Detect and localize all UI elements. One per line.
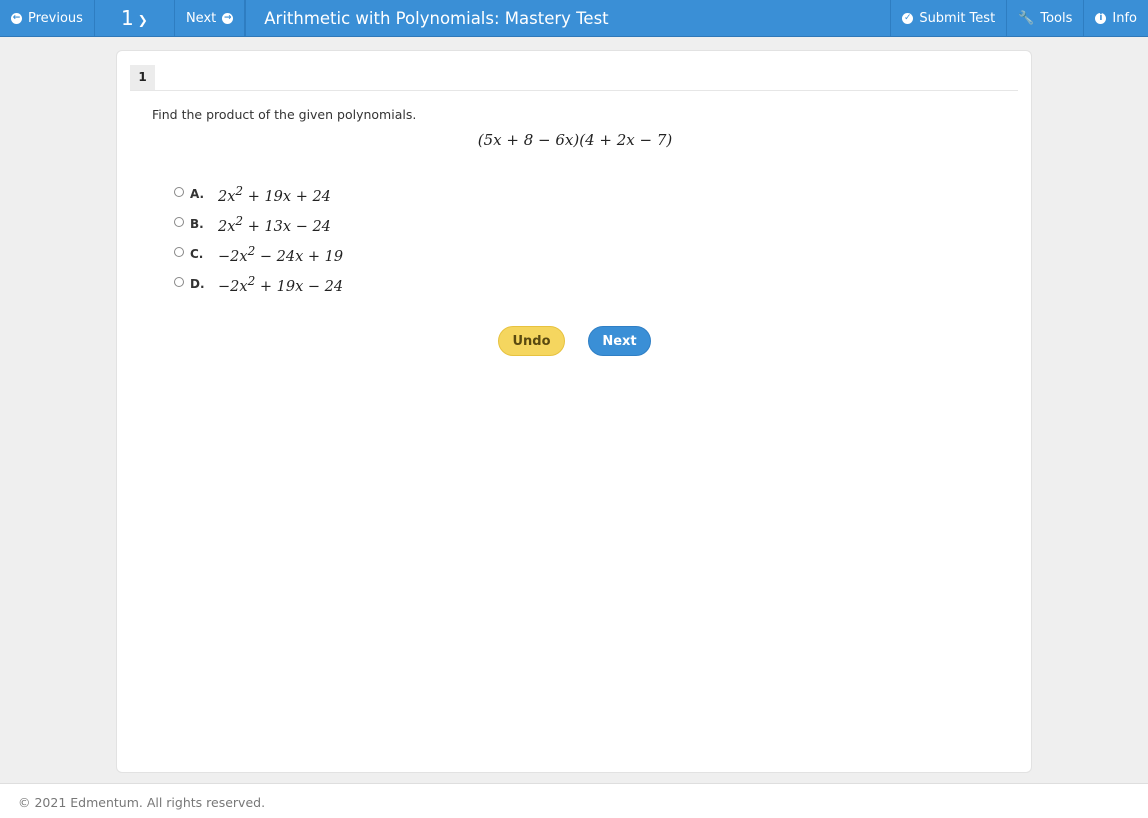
choice-term: −2x: [218, 248, 248, 265]
choice-b[interactable]: B. 2x2 + 13x − 24: [174, 209, 343, 239]
radio-b[interactable]: [174, 217, 184, 227]
choice-letter: C.: [190, 247, 204, 261]
previous-button[interactable]: ← Previous: [0, 0, 95, 36]
question-number-dropdown[interactable]: 1 ❯: [95, 0, 175, 36]
radio-c[interactable]: [174, 247, 184, 257]
previous-label: Previous: [28, 10, 83, 26]
tools-label: Tools: [1040, 10, 1073, 26]
choice-expression: 2x2 + 13x − 24: [218, 214, 331, 235]
choice-letter: B.: [190, 217, 204, 231]
undo-button[interactable]: Undo: [498, 326, 565, 356]
choice-rest: + 19x + 24: [243, 188, 331, 205]
submit-test-button[interactable]: ✓ Submit Test: [890, 0, 1006, 36]
copyright-text: © 2021 Edmentum. All rights reserved.: [18, 795, 266, 810]
info-circle-icon: i: [1095, 12, 1107, 24]
wrench-icon: 🔧: [1018, 10, 1035, 26]
toolbar-next-label: Next: [185, 10, 217, 26]
tools-button[interactable]: 🔧 Tools: [1006, 0, 1083, 36]
choice-a[interactable]: A. 2x2 + 19x + 24: [174, 179, 343, 209]
answer-choices: A. 2x2 + 19x + 24 B. 2x2 + 13x − 24 C. −…: [174, 179, 343, 299]
polynomial-expression: (5x + 8 − 6x)(4 + 2x − 7): [477, 131, 673, 149]
choice-term: 2x: [218, 188, 236, 205]
top-toolbar: ← Previous 1 ❯ Next → Arithmetic with Po…: [0, 0, 1148, 37]
choice-term: 2x: [218, 218, 236, 235]
choice-expression: −2x2 + 19x − 24: [218, 274, 343, 295]
footer: © 2021 Edmentum. All rights reserved.: [0, 783, 1148, 818]
choice-expression: −2x2 − 24x + 19: [218, 244, 343, 265]
choice-letter: D.: [190, 277, 205, 291]
info-label: Info: [1112, 10, 1137, 26]
choice-c[interactable]: C. −2x2 − 24x + 19: [174, 239, 343, 269]
question-number: 1: [121, 6, 134, 30]
divider: [130, 90, 1018, 91]
next-button[interactable]: Next: [588, 326, 651, 356]
choice-rest: + 19x − 24: [255, 278, 344, 295]
radio-d[interactable]: [174, 277, 184, 287]
page-title: Arithmetic with Polynomials: Mastery Tes…: [245, 0, 890, 36]
toolbar-next-button[interactable]: Next →: [175, 0, 246, 36]
question-card: 1 Find the product of the given polynomi…: [116, 50, 1032, 773]
choice-d[interactable]: D. −2x2 + 19x − 24: [174, 269, 343, 299]
submit-label: Submit Test: [919, 10, 996, 26]
check-circle-icon: ✓: [902, 12, 914, 24]
choice-rest: − 24x + 19: [255, 248, 344, 265]
radio-a[interactable]: [174, 187, 184, 197]
action-buttons: Undo Next: [498, 326, 651, 356]
info-button[interactable]: i Info: [1083, 0, 1148, 36]
choice-rest: + 13x − 24: [243, 218, 331, 235]
question-prompt: Find the product of the given polynomial…: [152, 107, 417, 122]
question-tab: 1: [130, 65, 155, 90]
choice-expression: 2x2 + 19x + 24: [218, 184, 331, 205]
choice-exponent: 2: [235, 213, 244, 228]
chevron-down-icon: ❯: [137, 13, 148, 27]
choice-exponent: 2: [235, 183, 244, 198]
choice-term: −2x: [218, 278, 248, 295]
choice-letter: A.: [190, 187, 205, 201]
arrow-left-circle-icon: ←: [11, 12, 22, 24]
arrow-right-circle-icon: →: [222, 12, 234, 24]
